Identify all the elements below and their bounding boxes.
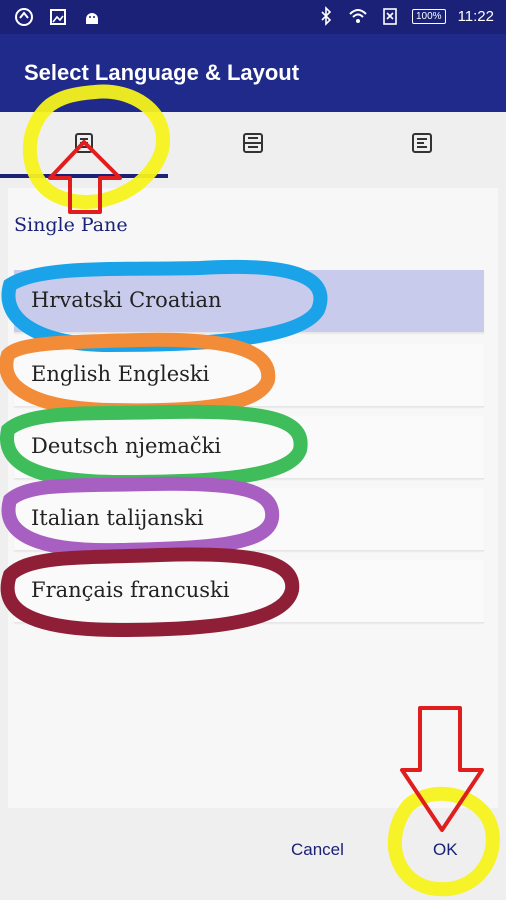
- android-icon: [82, 7, 102, 27]
- language-label: Français francuski: [31, 578, 230, 602]
- pane-title: Single Pane: [14, 214, 128, 236]
- language-label: Italian talijanski: [31, 506, 204, 530]
- app-logo-icon: [14, 7, 34, 27]
- text-pane-icon: [410, 131, 434, 160]
- status-time: 11:22: [457, 7, 494, 25]
- ok-button[interactable]: OK: [433, 840, 458, 860]
- bluetooth-icon: [316, 6, 336, 26]
- no-sim-icon: [380, 6, 400, 26]
- language-item-italian[interactable]: Italian talijanski: [14, 488, 484, 551]
- page-title: Select Language & Layout: [24, 60, 300, 85]
- tab-single-pane[interactable]: [0, 112, 168, 178]
- language-label: Hrvatski Croatian: [31, 288, 222, 312]
- cancel-button[interactable]: Cancel: [291, 840, 344, 860]
- status-bar: 100% 11:22: [0, 0, 506, 34]
- wifi-icon: [348, 6, 368, 26]
- split-pane-icon: [241, 131, 265, 160]
- single-pane-icon: [72, 131, 96, 160]
- tab-indicator: [0, 174, 168, 178]
- language-item-english[interactable]: English Engleski: [14, 344, 484, 407]
- layout-tabs: [0, 112, 506, 178]
- language-item-german[interactable]: Deutsch njemački: [14, 416, 484, 479]
- tab-split-pane[interactable]: [169, 112, 337, 178]
- image-icon: [48, 7, 68, 27]
- tab-text-pane[interactable]: [338, 112, 506, 178]
- dialog-footer: [0, 808, 506, 900]
- app-bar: Select Language & Layout: [0, 34, 506, 112]
- language-label: English Engleski: [31, 362, 210, 386]
- language-label: Deutsch njemački: [31, 434, 222, 458]
- battery-icon: 100%: [411, 8, 446, 24]
- language-item-french[interactable]: Français francuski: [14, 560, 484, 623]
- language-item-croatian[interactable]: Hrvatski Croatian: [14, 270, 484, 333]
